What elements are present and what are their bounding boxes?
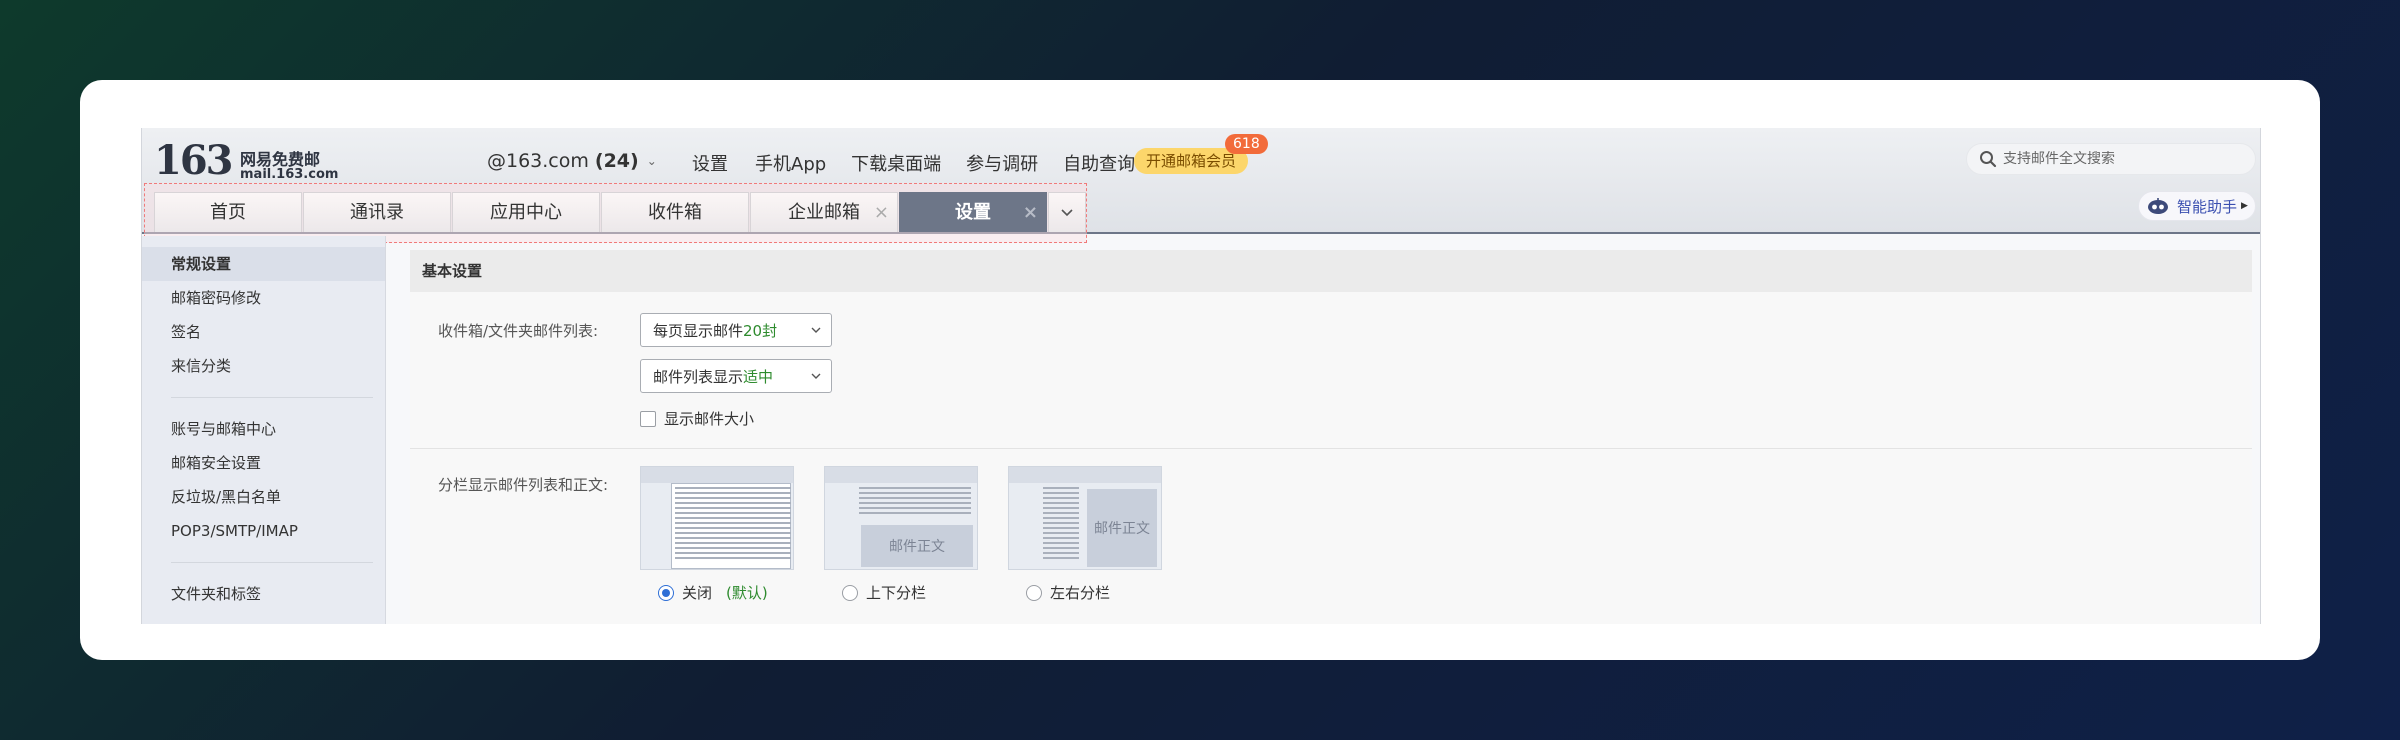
tab-label: 收件箱 bbox=[648, 202, 702, 223]
screenshot-card: 163 网易免费邮 mail.163.com @163.com (24) ⌄ 设… bbox=[80, 80, 2320, 660]
sidebar-item-folders-tags[interactable]: 文件夹和标签 bbox=[142, 577, 385, 611]
tab-label: 应用中心 bbox=[490, 202, 562, 223]
nav-desktop-download[interactable]: 下载桌面端 bbox=[851, 150, 941, 176]
panel-text: 邮件正文 bbox=[889, 539, 945, 555]
close-icon[interactable]: × bbox=[1023, 193, 1038, 233]
nav-settings[interactable]: 设置 bbox=[692, 150, 728, 176]
thumb-topbar bbox=[1009, 467, 1161, 483]
tab-label: 通讯录 bbox=[350, 202, 404, 223]
mail-app-window: 163 网易免费邮 mail.163.com @163.com (24) ⌄ 设… bbox=[141, 128, 2261, 624]
sidebar-item-security[interactable]: 邮箱安全设置 bbox=[142, 446, 385, 480]
per-page-value: 20封 bbox=[743, 321, 778, 340]
assistant-label: 智能助手 bbox=[2177, 197, 2238, 216]
show-size-label: 显示邮件大小 bbox=[664, 410, 755, 428]
default-note: (默认) bbox=[726, 584, 768, 602]
caret-right-icon: ▶ bbox=[2241, 201, 2248, 211]
tab-contacts[interactable]: 通讯录 bbox=[303, 192, 451, 232]
layout-thumb-off[interactable] bbox=[640, 466, 794, 570]
nav-self-service[interactable]: 自助查询 bbox=[1063, 150, 1135, 176]
nav-survey[interactable]: 参与调研 bbox=[966, 150, 1038, 176]
density-prefix: 邮件列表显示 bbox=[653, 367, 744, 386]
sidebar-divider bbox=[171, 397, 373, 398]
chevron-down-icon bbox=[1061, 208, 1073, 216]
unread-count: (24) bbox=[594, 150, 639, 172]
chevron-down-icon: ⌄ bbox=[646, 154, 657, 168]
thumb-body-panel: 邮件正文 bbox=[861, 525, 973, 567]
sidebar-item-password[interactable]: 邮箱密码修改 bbox=[142, 281, 385, 315]
thumb-side bbox=[1009, 483, 1039, 569]
show-size-option[interactable]: 显示邮件大小 bbox=[640, 408, 754, 429]
search-icon bbox=[1980, 151, 1997, 168]
layout-option-top-bottom: 邮件正文 上下分栏 bbox=[824, 466, 978, 603]
per-page-prefix: 每页显示邮件 bbox=[653, 321, 744, 340]
layout-option-off: 关闭 (默认) bbox=[640, 466, 794, 603]
close-icon[interactable]: × bbox=[874, 193, 889, 233]
radio-unselected[interactable] bbox=[1026, 584, 1042, 601]
tab-home[interactable]: 首页 bbox=[154, 192, 302, 232]
sidebar-item-pop3-smtp-imap[interactable]: POP3/SMTP/IMAP bbox=[142, 514, 385, 548]
thumb-side bbox=[641, 483, 671, 569]
settings-sidebar: 常规设置 邮箱密码修改 签名 来信分类 账号与邮箱中心 邮箱安全设置 反垃圾/黑… bbox=[142, 236, 386, 624]
sidebar-divider bbox=[171, 562, 373, 563]
panel-text: 邮件正文 bbox=[1094, 521, 1150, 537]
tab-inbox[interactable]: 收件箱 bbox=[601, 192, 749, 232]
sidebar-item-account-center[interactable]: 账号与邮箱中心 bbox=[142, 412, 385, 446]
layout-radio-left-right[interactable]: 左右分栏 bbox=[1008, 582, 1162, 603]
settings-main: 基本设置 收件箱/文件夹邮件列表: 每页显示邮件 20封 邮件列表显示 适中 显示邮… bbox=[410, 250, 2252, 624]
layout-label: 上下分栏 bbox=[866, 584, 927, 602]
layout-label: 左右分栏 bbox=[1050, 584, 1111, 602]
layout-thumb-top-bottom[interactable]: 邮件正文 bbox=[824, 466, 978, 570]
layout-radio-top-bottom[interactable]: 上下分栏 bbox=[824, 582, 978, 603]
tab-settings[interactable]: 设置 × bbox=[899, 192, 1047, 232]
split-view-label: 分栏显示邮件列表和正文: bbox=[438, 476, 609, 494]
layout-radio-off[interactable]: 关闭 (默认) bbox=[640, 582, 794, 603]
logo-number: 163 bbox=[154, 137, 233, 184]
section-divider bbox=[410, 448, 2252, 449]
thumb-side bbox=[825, 483, 855, 569]
top-nav: 设置 手机App 下载桌面端 参与调研 自助查询 bbox=[692, 150, 1160, 176]
tab-enterprise-mail[interactable]: 企业邮箱 × bbox=[750, 192, 898, 232]
list-density-select[interactable]: 邮件列表显示 适中 bbox=[640, 359, 832, 393]
thumb-list-lines bbox=[675, 487, 791, 562]
sidebar-item-mail-filter[interactable]: 来信分类 bbox=[142, 349, 385, 383]
account-email: @163.com bbox=[487, 150, 589, 172]
tab-bar: 首页 通讯录 应用中心 收件箱 企业邮箱 × 设置 × bbox=[154, 192, 1086, 234]
show-size-checkbox[interactable] bbox=[640, 410, 656, 427]
tab-label: 企业邮箱 bbox=[788, 202, 860, 223]
header: 163 网易免费邮 mail.163.com @163.com (24) ⌄ 设… bbox=[142, 128, 2260, 243]
list-setting-label: 收件箱/文件夹邮件列表: bbox=[438, 322, 599, 340]
logo-url: mail.163.com bbox=[240, 167, 339, 182]
sidebar-item-signature[interactable]: 签名 bbox=[142, 315, 385, 349]
chevron-down-icon bbox=[811, 373, 821, 379]
sidebar-item-antispam[interactable]: 反垃圾/黑白名单 bbox=[142, 480, 385, 514]
radio-selected[interactable] bbox=[658, 584, 674, 601]
smart-assistant-button[interactable]: 智能助手 ▶ bbox=[2138, 191, 2256, 221]
search-input[interactable] bbox=[2003, 151, 2243, 167]
section-title: 基本设置 bbox=[410, 250, 2252, 292]
tab-app-center[interactable]: 应用中心 bbox=[452, 192, 600, 232]
tab-label: 设置 bbox=[955, 202, 991, 223]
thumb-body-panel: 邮件正文 bbox=[1087, 489, 1157, 567]
radio-unselected[interactable] bbox=[842, 584, 858, 601]
chevron-down-icon bbox=[811, 327, 821, 333]
thumb-topbar bbox=[825, 467, 977, 483]
tab-more-button[interactable] bbox=[1048, 192, 1086, 232]
thumb-list-lines bbox=[859, 487, 971, 517]
account-switcher[interactable]: @163.com (24) ⌄ bbox=[487, 150, 657, 172]
robot-icon bbox=[2148, 198, 2168, 214]
search-box[interactable] bbox=[1966, 143, 2256, 175]
thumb-list-lines bbox=[1043, 487, 1079, 562]
density-value: 适中 bbox=[743, 367, 774, 386]
thumb-topbar bbox=[641, 467, 793, 483]
sidebar-item-general[interactable]: 常规设置 bbox=[142, 247, 385, 281]
layout-label: 关闭 bbox=[682, 584, 713, 602]
layout-thumb-left-right[interactable]: 邮件正文 bbox=[1008, 466, 1162, 570]
layout-option-left-right: 邮件正文 左右分栏 bbox=[1008, 466, 1162, 603]
tab-label: 首页 bbox=[210, 202, 246, 223]
nav-mobile-app[interactable]: 手机App bbox=[755, 150, 826, 176]
per-page-select[interactable]: 每页显示邮件 20封 bbox=[640, 313, 832, 347]
vip-badge: 618 bbox=[1225, 134, 1268, 154]
